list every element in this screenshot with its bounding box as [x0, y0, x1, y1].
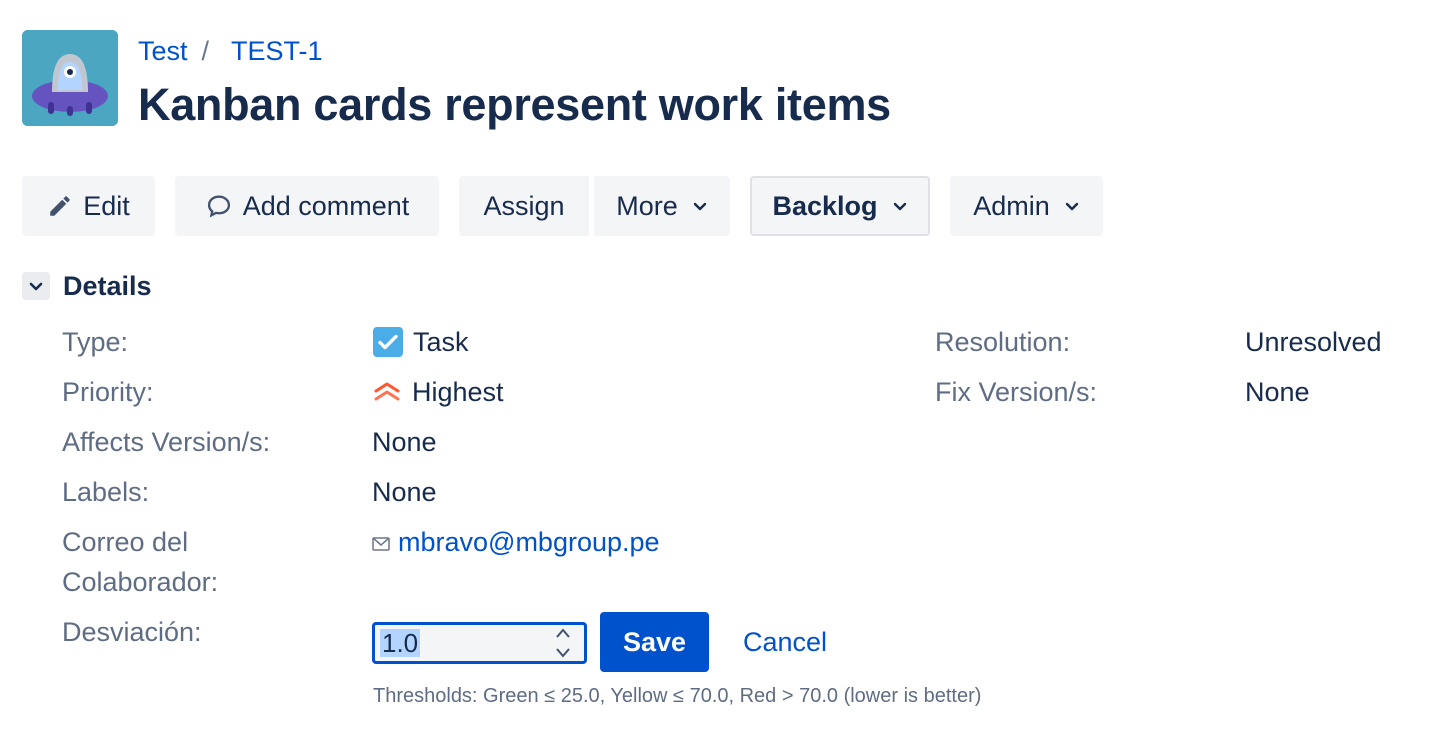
- admin-dropdown-button[interactable]: Admin: [950, 176, 1103, 236]
- envelope-icon: [372, 537, 390, 551]
- chevron-down-icon: [892, 198, 908, 214]
- deviation-label: Desviación:: [62, 617, 202, 647]
- type-label: Type:: [62, 327, 129, 357]
- type-value: Task: [372, 322, 469, 362]
- alien-ufo-avatar-icon: [22, 30, 118, 126]
- cancel-link[interactable]: Cancel: [743, 622, 827, 662]
- spinner-down-icon[interactable]: [556, 648, 570, 658]
- breadcrumb: Test / TEST-1: [138, 34, 323, 68]
- deviation-input-value[interactable]: 1.0: [380, 629, 421, 657]
- comment-bubble-icon: [205, 192, 233, 220]
- details-collapse-toggle[interactable]: [22, 272, 50, 300]
- status-label: Backlog: [772, 190, 878, 221]
- add-comment-button[interactable]: Add comment: [175, 176, 439, 236]
- breadcrumb-project-link[interactable]: Test: [138, 34, 188, 68]
- edit-button[interactable]: Edit: [22, 176, 155, 236]
- email-link[interactable]: mbravo@mbgroup.pe: [398, 522, 660, 562]
- page-title[interactable]: Kanban cards represent work items: [138, 78, 891, 132]
- pencil-icon: [47, 193, 73, 219]
- admin-button-label: Admin: [973, 190, 1050, 221]
- labels-label: Labels:: [62, 477, 150, 507]
- status-backlog-dropdown[interactable]: Backlog: [750, 176, 930, 236]
- fix-version-label: Fix Version/s:: [935, 377, 1098, 407]
- breadcrumb-issue-link[interactable]: TEST-1: [231, 34, 323, 68]
- priority-label: Priority:: [62, 377, 154, 407]
- type-value-text: Task: [413, 327, 469, 357]
- assign-button[interactable]: Assign: [459, 176, 589, 236]
- breadcrumb-separator: /: [201, 36, 210, 66]
- resolution-value: Unresolved: [1245, 327, 1382, 357]
- chevron-down-icon: [1064, 198, 1080, 214]
- chevron-down-icon: [692, 198, 708, 214]
- thresholds-help-text: Thresholds: Green ≤ 25.0, Yellow ≤ 70.0,…: [373, 685, 982, 707]
- assign-button-label: Assign: [483, 190, 565, 221]
- issue-toolbar: Edit Add comment Assign More Backlog Adm…: [0, 176, 1438, 236]
- email-label-line1: Correo del: [62, 527, 189, 557]
- fix-version-value: None: [1245, 377, 1310, 407]
- email-value: mbravo@mbgroup.pe: [372, 522, 660, 562]
- spinner-up-icon[interactable]: [556, 628, 570, 638]
- more-dropdown-button[interactable]: More: [594, 176, 730, 236]
- labels-value: None: [372, 477, 437, 507]
- email-label-line2: Colaborador:: [62, 567, 219, 597]
- priority-highest-icon: [374, 382, 400, 401]
- resolution-label: Resolution:: [935, 327, 1071, 357]
- save-button[interactable]: Save: [600, 612, 709, 672]
- affects-version-value: None: [372, 427, 437, 457]
- details-heading: Details: [63, 270, 152, 301]
- task-checkbox-icon: [373, 327, 403, 357]
- affects-version-label: Affects Version/s:: [62, 427, 271, 457]
- number-spinner[interactable]: [548, 628, 578, 658]
- add-comment-button-label: Add comment: [242, 190, 410, 221]
- chevron-down-icon: [29, 282, 43, 291]
- details-section-header: Details: [22, 270, 152, 302]
- edit-button-label: Edit: [83, 190, 130, 221]
- priority-value-text: Highest: [412, 377, 504, 407]
- more-button-label: More: [616, 190, 678, 221]
- priority-value: Highest: [372, 372, 504, 412]
- deviation-number-input[interactable]: 1.0: [372, 622, 587, 664]
- project-avatar[interactable]: [22, 30, 118, 126]
